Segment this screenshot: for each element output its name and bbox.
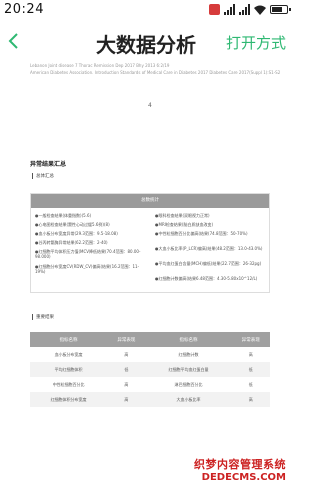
summary-header: 总数统计 bbox=[31, 194, 269, 208]
table-header-row: 指标名称 异常表现 指标名称 异常表现 bbox=[30, 332, 270, 347]
watermark-cn: 织梦内容管理系统 bbox=[194, 458, 286, 471]
table-cell: 高 bbox=[107, 392, 146, 407]
section-title: 异常结果汇总 bbox=[30, 161, 67, 168]
watermark: 织梦内容管理系统 DEDECMS.COM bbox=[194, 456, 286, 483]
summary-item: ●心电图检查结果(窦性心动过缓5.6例)(8) bbox=[35, 222, 110, 227]
document-viewer[interactable]: Lebanon Joint disease 7 Thorac Remission… bbox=[0, 60, 292, 492]
table-cell: 中性粒细胞百分比 bbox=[52, 381, 85, 387]
summary-item: ●中性粒细胞百分比偏高(结果(74.8范围：50-70%) bbox=[155, 231, 248, 236]
table-cell: 低 bbox=[248, 381, 253, 387]
summary-item: ●血小板分布宽度异常(29.3范围：9.5-18.08) bbox=[35, 231, 118, 236]
summary-item: ●平均血红蛋白含量(MCH)偏低(结果(22.7范围：26-32pg) bbox=[155, 261, 262, 266]
table-label: 重要结果 bbox=[32, 314, 54, 320]
summary-item: ●红细胞平均体积压力值(MCV降低结果(70.4范围：80.00-98.000) bbox=[35, 249, 141, 259]
summary-item: ●MRI检查结果(脑白质缺血改变) bbox=[155, 222, 214, 227]
status-time: 20:24 bbox=[4, 2, 44, 17]
results-table: 指标名称 异常表现 指标名称 异常表现 血小板分布宽度 高 红细胞计数 高 平均… bbox=[30, 332, 270, 407]
table-cell: 红细胞平均血红蛋白量 bbox=[145, 362, 232, 377]
summary-item: ●红细胞计数偏高(结果6.48范围：4.30-5.80x10^12/L) bbox=[155, 276, 258, 281]
summary-item: ●一般检查结果(体重指数)(5.6) bbox=[35, 213, 92, 218]
table-header-cell: 异常表现 bbox=[107, 332, 146, 347]
reference-line: American Diabetes Association. Introduct… bbox=[30, 70, 281, 75]
table-row: 红细胞体积分布宽度 高 大血小板比率 高 bbox=[30, 392, 270, 407]
table-cell: 高 bbox=[124, 381, 129, 387]
table-cell: 红细胞计数 bbox=[178, 351, 199, 357]
reference-line: Lebanon Joint disease 7 Thorac Remission… bbox=[30, 63, 170, 68]
table-cell: 淋巴细胞百分比 bbox=[174, 381, 203, 387]
open-with-button[interactable]: 打开方式 bbox=[226, 32, 286, 53]
wifi-icon bbox=[254, 5, 266, 15]
app-notification-icon bbox=[209, 4, 220, 15]
table-row: 血小板分布宽度 高 红细胞计数 高 bbox=[30, 347, 270, 362]
summary-item: ●红细胞分布宽度CV(RDW_CV)偏高(结果(16.2范围：11-19%) bbox=[35, 264, 140, 274]
summary-label: 总体汇总 bbox=[32, 173, 54, 179]
app-header: 大数据分析 打开方式 bbox=[0, 22, 292, 60]
table-header-cell: 指标名称 bbox=[30, 332, 108, 347]
summary-box: 总数统计 ●一般检查结果(体重指数)(5.6) ●心电图检查结果(窦性心动过缓5… bbox=[30, 193, 270, 293]
table-cell: 红细胞体积分布宽度 bbox=[30, 392, 108, 407]
table-row: 中性粒细胞百分比 高 淋巴细胞百分比 低 bbox=[30, 377, 270, 392]
table-cell: 平均红细胞体积 bbox=[30, 362, 108, 377]
table-cell: 高 bbox=[231, 392, 270, 407]
table-cell: 低 bbox=[107, 362, 146, 377]
watermark-en: DEDECMS.COM bbox=[201, 472, 286, 483]
summary-item: ●谷丙转氨酶异常结果(62.2范围：2-40) bbox=[35, 240, 108, 245]
table-header-cell: 异常表现 bbox=[231, 332, 270, 347]
table-cell: 血小板分布宽度 bbox=[54, 351, 83, 357]
table-cell: 大血小板比率 bbox=[145, 392, 232, 407]
summary-item: ●大血小板比率(P_LCR)偏高(结果(48.2范围：13.0-43.0%) bbox=[155, 246, 263, 251]
table-header-cell: 指标名称 bbox=[145, 332, 232, 347]
status-icons bbox=[209, 4, 291, 15]
status-bar: 20:24 bbox=[0, 0, 292, 22]
page-number: 4 bbox=[148, 102, 152, 109]
table-cell: 高 bbox=[248, 351, 253, 357]
summary-item: ●眼科检查结果(双眼视力正常) bbox=[155, 213, 210, 218]
table-row: 平均红细胞体积 低 红细胞平均血红蛋白量 低 bbox=[30, 362, 270, 377]
table-cell: 高 bbox=[124, 351, 129, 357]
signal-icon bbox=[224, 4, 235, 15]
battery-icon bbox=[270, 5, 291, 14]
table-cell: 低 bbox=[231, 362, 270, 377]
signal-2-icon bbox=[239, 4, 250, 15]
